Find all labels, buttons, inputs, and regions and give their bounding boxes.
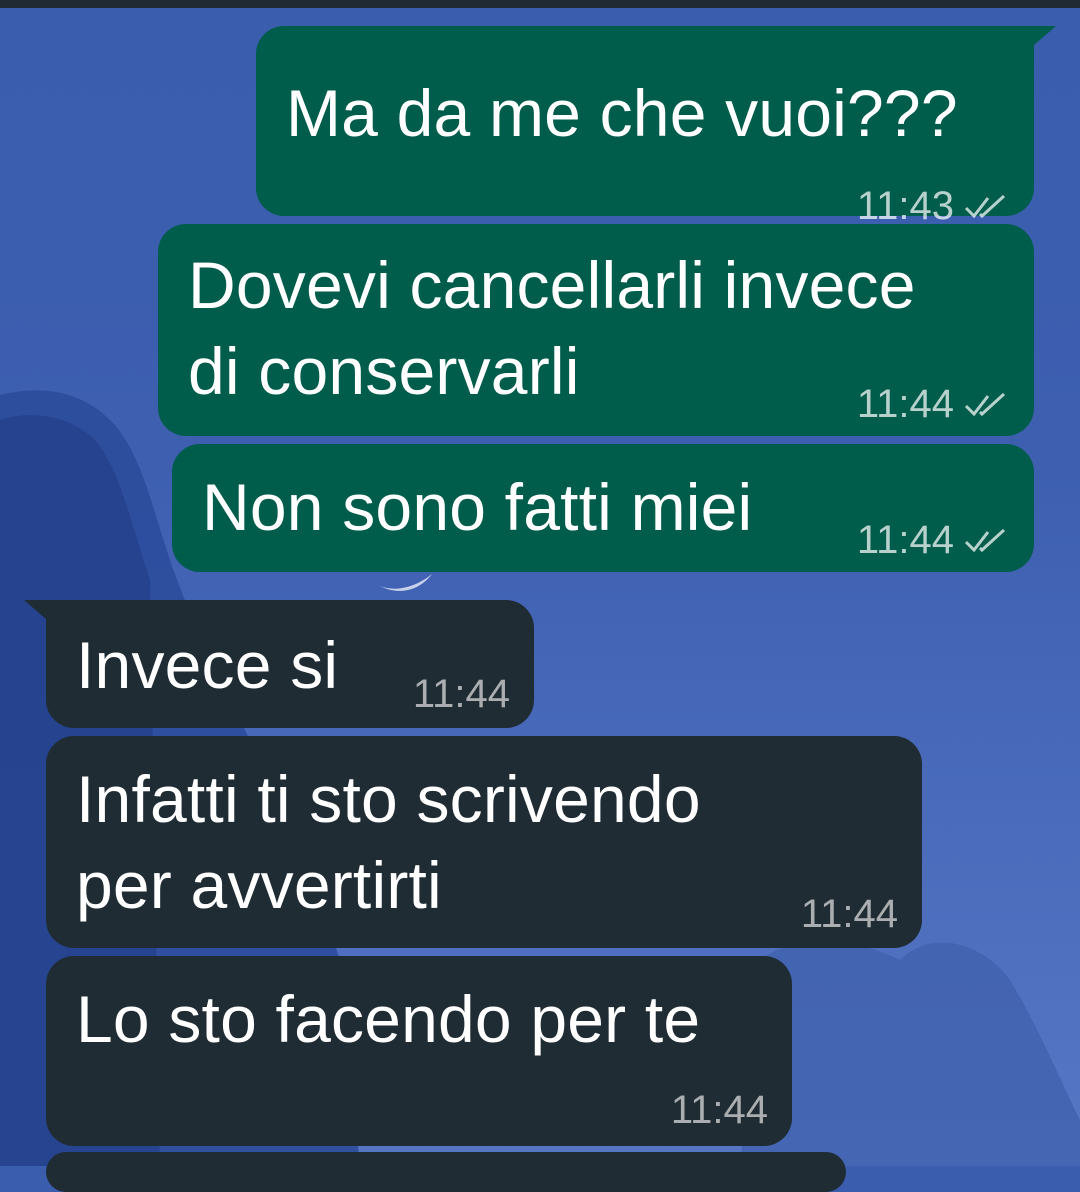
message-time: 11:43 bbox=[856, 184, 954, 228]
message-bubble-incoming-partial[interactable] bbox=[46, 1152, 846, 1192]
read-ticks-icon bbox=[964, 194, 1006, 218]
message-meta: 11:44 bbox=[857, 382, 1008, 427]
bubble-tail-icon bbox=[24, 600, 54, 626]
message-text: Infatti ti sto scrivendo per avvertirti bbox=[76, 762, 701, 922]
message-time: 11:44 bbox=[856, 518, 954, 562]
message-meta: 11:44 bbox=[801, 892, 898, 937]
message-time: 11:44 bbox=[856, 382, 954, 426]
message-time: 11:44 bbox=[670, 1088, 768, 1132]
message-bubble-outgoing[interactable]: Ma da me che vuoi??? 11:43 bbox=[256, 26, 1056, 228]
message-text: Lo sto facendo per te bbox=[76, 982, 701, 1056]
message-meta: 11:44 bbox=[671, 1088, 768, 1133]
message-text: Dovevi cancellarli invece di conservarli bbox=[188, 248, 916, 408]
message-time: 11:44 bbox=[800, 892, 898, 936]
message-bubble-incoming[interactable]: Infatti ti sto scrivendo per avvertirti … bbox=[46, 736, 922, 948]
message-meta: 11:44 bbox=[857, 518, 1008, 563]
message-bubble-outgoing[interactable]: Dovevi cancellarli invece di conservarli… bbox=[158, 224, 1034, 436]
message-text: Non sono fatti miei bbox=[202, 470, 753, 544]
read-ticks-icon bbox=[964, 528, 1006, 552]
message-meta: 11:44 bbox=[413, 672, 510, 717]
bubble-tail-icon bbox=[1026, 26, 1056, 52]
message-meta: 11:43 bbox=[857, 184, 1008, 229]
message-time: 11:44 bbox=[412, 672, 510, 716]
message-text: Invece si bbox=[76, 628, 339, 702]
message-bubble-incoming[interactable]: Invece si 11:44 bbox=[24, 600, 534, 728]
read-ticks-icon bbox=[964, 392, 1006, 416]
message-bubble-incoming[interactable]: Lo sto facendo per te 11:44 bbox=[46, 956, 792, 1146]
message-text: Ma da me che vuoi??? bbox=[286, 76, 958, 150]
message-bubble-outgoing[interactable]: Non sono fatti miei 11:44 bbox=[172, 444, 1034, 572]
